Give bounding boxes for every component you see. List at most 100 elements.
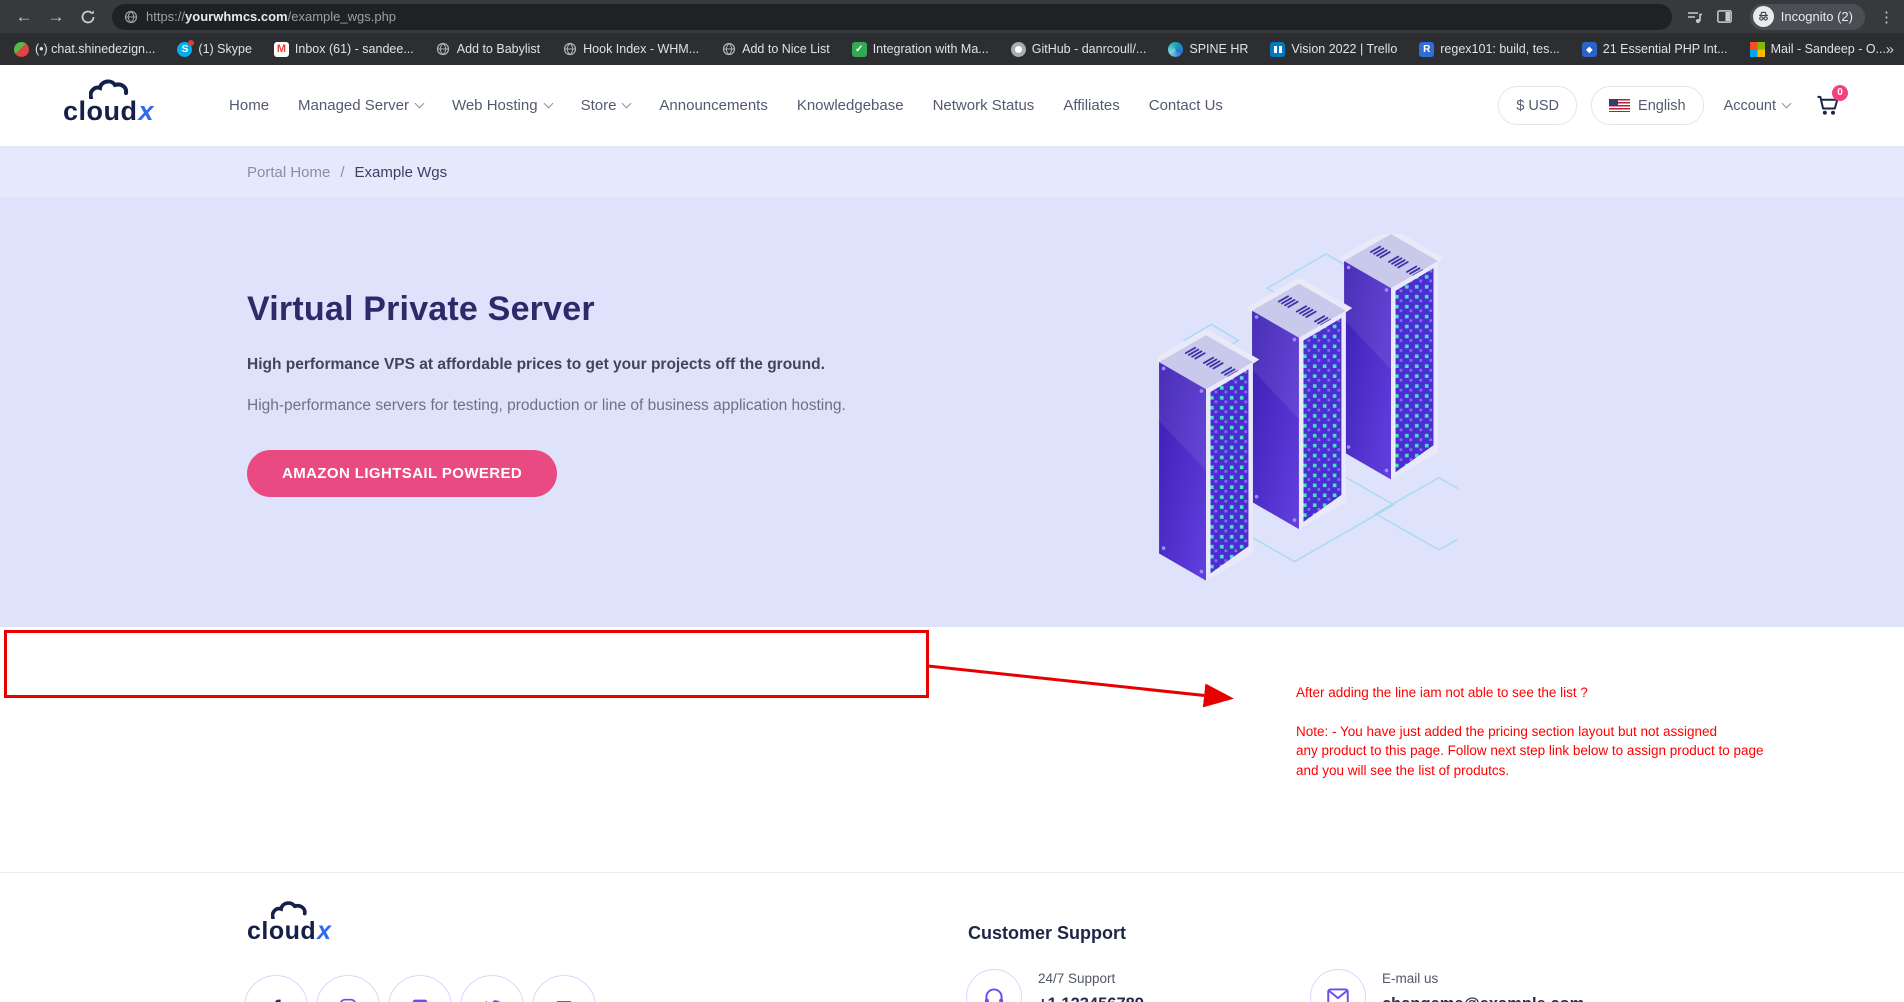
bookmark-item[interactable]: SPINE HR <box>1168 41 1248 57</box>
phone-support-label: 24/7 Support <box>1038 971 1116 986</box>
nav-item-network-status[interactable]: Network Status <box>933 97 1035 114</box>
bookmark-item[interactable]: ◆ 21 Essential PHP Int... <box>1581 41 1728 57</box>
incognito-label: Incognito (2) <box>1780 9 1853 24</box>
phone-support-block: 24/7 Support +1 123456789 <box>966 969 1144 1002</box>
cart-button[interactable]: 0 <box>1814 84 1848 121</box>
footer-logo-x: x <box>317 917 332 945</box>
bookmark-item[interactable]: S (1) Skype <box>177 39 252 57</box>
bookmark-item[interactable]: ✓ Integration with Ma... <box>851 41 989 57</box>
site-header: cloud x Home Managed Server Web Hosting S… <box>0 65 1904 146</box>
bookmark-label: regex101: build, tes... <box>1440 42 1560 56</box>
facebook-icon[interactable] <box>244 975 308 1002</box>
nav-label: Managed Server <box>298 97 409 114</box>
breadcrumb: Portal Home / Example Wgs <box>0 146 1904 198</box>
language-selector[interactable]: English <box>1591 86 1704 125</box>
footer-logo-text: cloud <box>247 917 317 945</box>
nav-item-store[interactable]: Store <box>580 97 632 114</box>
media-controls-icon[interactable] <box>1682 4 1708 30</box>
twitter-icon[interactable] <box>460 975 524 1002</box>
bookmark-item[interactable]: Mail - Sandeep - O... <box>1749 41 1886 57</box>
nav-item-contact-us[interactable]: Contact Us <box>1149 97 1223 114</box>
youtube-icon[interactable] <box>532 975 596 1002</box>
breadcrumb-separator: / <box>340 163 345 181</box>
bookmark-label: Add to Babylist <box>456 42 541 56</box>
url-scheme: https:// <box>146 9 186 24</box>
nav-item-announcements[interactable]: Announcements <box>659 97 767 114</box>
site-info-icon[interactable] <box>124 10 138 24</box>
amazon-lightsail-button[interactable]: AMAZON LIGHTSAIL POWERED <box>247 450 558 497</box>
server-illustration <box>1151 226 1504 586</box>
bookmark-label: Hook Index - WHM... <box>583 42 700 56</box>
bookmark-item[interactable]: GitHub - danrcoull/... <box>1010 41 1146 57</box>
menu-icon[interactable]: ⋮ <box>1879 8 1894 26</box>
server-towers-graphic <box>1151 226 1504 582</box>
browser-window: ← → https://yourwhmcs.com/example_wgs.ph… <box>0 0 1904 1002</box>
back-icon[interactable]: ← <box>10 3 38 31</box>
annotation-question: After adding the line iam not able to se… <box>1296 685 1588 700</box>
nav-item-knowledgebase[interactable]: Knowledgebase <box>797 97 904 114</box>
headset-icon <box>966 969 1022 1002</box>
incognito-icon <box>1752 6 1774 27</box>
incognito-badge[interactable]: Incognito (2) <box>1749 3 1865 30</box>
skype-favicon: S <box>177 39 195 57</box>
site-logo[interactable]: cloud x <box>63 79 154 125</box>
account-menu[interactable]: Account <box>1723 97 1792 114</box>
footer-logo[interactable]: cloud x <box>247 901 332 945</box>
bookmark-label: Inbox (61) - sandee... <box>294 42 414 56</box>
green-check-favicon: ✓ <box>851 41 867 57</box>
annotation-text: After adding the line iam not able to se… <box>1296 683 1856 780</box>
annotation-arrow <box>927 664 1234 708</box>
bookmark-item[interactable]: Rregex101: build, tes... <box>1419 41 1560 57</box>
nav-item-web-hosting[interactable]: Web Hosting <box>452 97 554 114</box>
bookmark-item[interactable]: Vision 2022 | Trello <box>1270 41 1397 57</box>
nav-item-affiliates[interactable]: Affiliates <box>1063 97 1119 114</box>
globe-favicon <box>436 42 451 57</box>
bookmark-label: Mail - Sandeep - O... <box>1770 42 1886 56</box>
bookmarks-overflow-icon[interactable]: » <box>1886 41 1894 58</box>
cart-count-badge: 0 <box>1832 84 1848 101</box>
browser-toolbar: ← → https://yourwhmcs.com/example_wgs.ph… <box>0 0 1904 33</box>
email-address[interactable]: changeme@example.com <box>1382 995 1584 1002</box>
hero-subtitle: High performance VPS at affordable price… <box>247 356 825 373</box>
header-controls: $ USD English Account 0 <box>1498 84 1848 125</box>
linkedin-icon[interactable] <box>388 975 452 1002</box>
forward-icon[interactable]: → <box>42 3 70 31</box>
nav-label: Store <box>580 97 617 114</box>
page-title: Virtual Private Server <box>247 290 595 328</box>
trello-favicon <box>1270 41 1286 57</box>
cloud-glyph <box>89 79 129 99</box>
bookmark-item[interactable]: Add to Babylist <box>436 42 540 57</box>
bookmark-item[interactable]: (•) chat.shinedezign... <box>14 41 155 57</box>
address-bar[interactable]: https://yourwhmcs.com/example_wgs.php <box>112 3 1672 30</box>
cloud-glyph <box>271 901 307 919</box>
bookmark-label: 21 Essential PHP Int... <box>1602 42 1728 56</box>
note-line: Note: - You have just added the pricing … <box>1296 723 1718 739</box>
reload-icon[interactable] <box>74 3 102 31</box>
breadcrumb-portal-home[interactable]: Portal Home <box>247 164 330 181</box>
customer-support-heading: Customer Support <box>968 923 1127 943</box>
incognito-glyph <box>1758 11 1768 21</box>
hero-description: High-performance servers for testing, pr… <box>247 397 846 414</box>
side-panel-icon[interactable] <box>1712 4 1738 30</box>
nav-item-managed-server[interactable]: Managed Server <box>298 97 425 114</box>
note-line: and you will see the list of produtcs. <box>1296 762 1510 778</box>
language-label: English <box>1638 97 1686 114</box>
currency-selector[interactable]: $ USD <box>1498 86 1578 125</box>
globe-glyph <box>124 10 138 23</box>
mail-icon <box>1310 969 1366 1002</box>
breadcrumb-current: Example Wgs <box>354 163 448 181</box>
bookmark-item[interactable]: Add to Nice List <box>721 42 830 57</box>
phone-number[interactable]: +1 123456789 <box>1038 995 1144 1002</box>
bookmark-label: Add to Nice List <box>742 42 830 56</box>
account-label: Account <box>1723 97 1776 114</box>
side-panel-glyph <box>1717 10 1733 23</box>
nav-item-home[interactable]: Home <box>229 97 269 114</box>
github-favicon <box>1010 41 1026 57</box>
chevron-down-icon <box>621 98 632 109</box>
bookmark-item[interactable]: M Inbox (61) - sandee... <box>273 41 414 57</box>
hero-copy: Virtual Private Server High performance … <box>247 290 947 497</box>
instagram-icon[interactable] <box>316 975 380 1002</box>
main-nav: Home Managed Server Web Hosting Store An… <box>229 97 1223 114</box>
bookmark-item[interactable]: Hook Index - WHM... <box>562 42 699 57</box>
social-links <box>244 975 596 1002</box>
